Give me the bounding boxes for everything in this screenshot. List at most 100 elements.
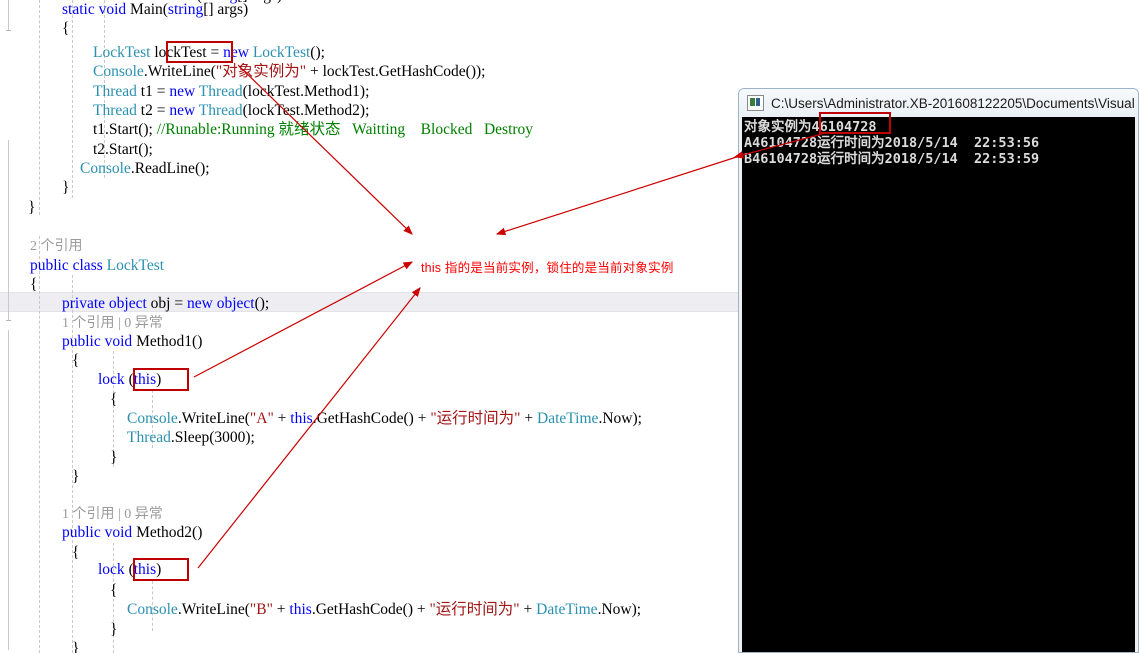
- code-line: Console.WriteLine("A" + this.GetHashCode…: [127, 409, 642, 428]
- code-line: }: [110, 448, 117, 467]
- code-token: "运行时间为": [429, 601, 520, 618]
- console-output-area[interactable]: 对象实例为46104728 A46104728运行时间为2018/5/14 22…: [742, 117, 1135, 652]
- indent-guide: [72, 0, 73, 198]
- code-token: Console: [127, 410, 178, 427]
- code-token: lock: [98, 371, 129, 388]
- annotation-note-text: this 指的是当前实例，锁住的是当前对象实例: [421, 261, 674, 275]
- code-token: LockTest: [252, 44, 311, 61]
- code-token: object: [216, 295, 255, 312]
- code-token: Main: [130, 1, 163, 18]
- code-token: {: [72, 544, 80, 561]
- console-window-icon: [747, 95, 764, 111]
- code-token: DateTime: [536, 601, 598, 618]
- code-token: (lockTest.Method1);: [242, 83, 370, 100]
- code-token: DateTime: [537, 410, 599, 427]
- console-window-title: C:\Users\Administrator.XB-201608122205\D…: [771, 95, 1138, 111]
- code-token: obj =: [150, 295, 187, 312]
- code-token: void: [98, 1, 131, 18]
- code-line: {: [110, 390, 117, 409]
- code-token: +: [272, 601, 290, 618]
- code-token: }: [62, 179, 70, 196]
- code-token: object: [108, 295, 151, 312]
- code-line: private object obj = new object();: [62, 294, 269, 313]
- code-line: {: [110, 581, 117, 600]
- code-token: LockTest: [106, 257, 165, 274]
- code-line: }: [72, 639, 79, 653]
- code-token: }: [72, 468, 80, 485]
- code-token: public: [62, 524, 105, 541]
- code-line: 2 个引用: [30, 236, 83, 255]
- code-token: void: [104, 333, 137, 350]
- code-token: +: [520, 410, 537, 427]
- code-token: .WriteLine(: [177, 601, 250, 618]
- code-token: ();: [254, 295, 270, 312]
- code-token: this: [290, 410, 313, 427]
- console-output-line: A46104728运行时间为2018/5/14 22:53:56: [744, 135, 1040, 151]
- code-token: "B": [249, 601, 273, 618]
- code-line: }: [28, 198, 35, 217]
- code-line: }: [72, 467, 79, 486]
- code-token: 2 个引用: [30, 239, 83, 254]
- method2-lock-this-box: [133, 558, 189, 581]
- code-line: {: [72, 543, 79, 562]
- code-token: .ReadLine();: [130, 160, 210, 177]
- code-line: 1 个引用 | 0 异常: [62, 504, 163, 523]
- console-window[interactable]: C:\Users\Administrator.XB-201608122205\D…: [738, 88, 1139, 653]
- code-token: +: [273, 410, 291, 427]
- code-token: Console: [93, 63, 144, 80]
- code-token: Method1(): [136, 333, 203, 350]
- code-token: }: [110, 621, 118, 638]
- code-token: lock: [98, 561, 129, 578]
- code-line: }: [110, 620, 117, 639]
- console-titlebar[interactable]: C:\Users\Administrator.XB-201608122205\D…: [739, 89, 1138, 117]
- code-line: Thread t2 = new Thread(lockTest.Method2)…: [93, 101, 369, 120]
- code-token: Console: [127, 601, 178, 618]
- locktest-variable-box: [166, 41, 233, 63]
- code-line: public class LockTest: [30, 256, 164, 275]
- code-token: {: [62, 20, 70, 37]
- code-line: public void Method2(): [62, 523, 202, 542]
- code-line: 1 个引用 | 0 异常: [62, 313, 163, 332]
- code-token: static: [62, 1, 99, 18]
- code-line: static void Main(string[] args): [62, 0, 248, 19]
- code-token: void: [104, 524, 137, 541]
- code-token: 1 个引用 | 0 异常: [62, 507, 163, 522]
- code-editor[interactable]: static void Main(string[] args)static vo…: [0, 0, 740, 653]
- code-token: ();: [310, 44, 325, 61]
- code-token: private: [62, 295, 109, 312]
- console-hashcode-box: [819, 112, 891, 134]
- code-line: Console.WriteLine("B" + this.GetHashCode…: [127, 600, 641, 619]
- code-token: new: [169, 83, 199, 100]
- code-line: t2.Start();: [93, 140, 153, 159]
- outline-bar: [8, 0, 9, 30]
- code-token: Method2(): [136, 524, 203, 541]
- code-line: Thread t1 = new Thread(lockTest.Method1)…: [93, 82, 369, 101]
- code-token: + lockTest.GetHashCode());: [306, 63, 486, 80]
- code-token: //Runable:Running 就绪状态 Waitting Blocked …: [156, 121, 534, 138]
- indent-guide: [39, 236, 40, 653]
- code-line: Console.ReadLine();: [80, 159, 210, 178]
- code-token: public: [62, 333, 105, 350]
- code-line: public void Method1(): [62, 332, 202, 351]
- code-token: .GetHashCode() +: [311, 601, 430, 618]
- code-token: +: [519, 601, 537, 618]
- code-token: .WriteLine(: [177, 410, 250, 427]
- code-token: Thread: [93, 102, 141, 119]
- console-output-line: B46104728运行时间为2018/5/14 22:53:59: [744, 151, 1040, 167]
- code-token: (lockTest.Method2);: [242, 102, 370, 119]
- code-token: Thread: [93, 83, 141, 100]
- code-line: t1.Start(); //Runable:Running 就绪状态 Waitt…: [93, 120, 533, 139]
- code-token: .WriteLine(: [143, 63, 216, 80]
- code-token: new: [169, 102, 199, 119]
- code-token: LockTest: [93, 44, 155, 61]
- code-token: }: [72, 640, 80, 653]
- code-token: .Now);: [598, 410, 642, 427]
- code-token: class: [72, 257, 107, 274]
- code-token: .Now);: [597, 601, 642, 618]
- code-line: {: [30, 275, 37, 294]
- code-token: t2.Start();: [93, 141, 153, 158]
- code-token: 1 个引用 | 0 异常: [62, 316, 163, 331]
- code-token: {: [110, 582, 118, 599]
- code-token: "A": [249, 410, 274, 427]
- code-line: }: [62, 178, 69, 197]
